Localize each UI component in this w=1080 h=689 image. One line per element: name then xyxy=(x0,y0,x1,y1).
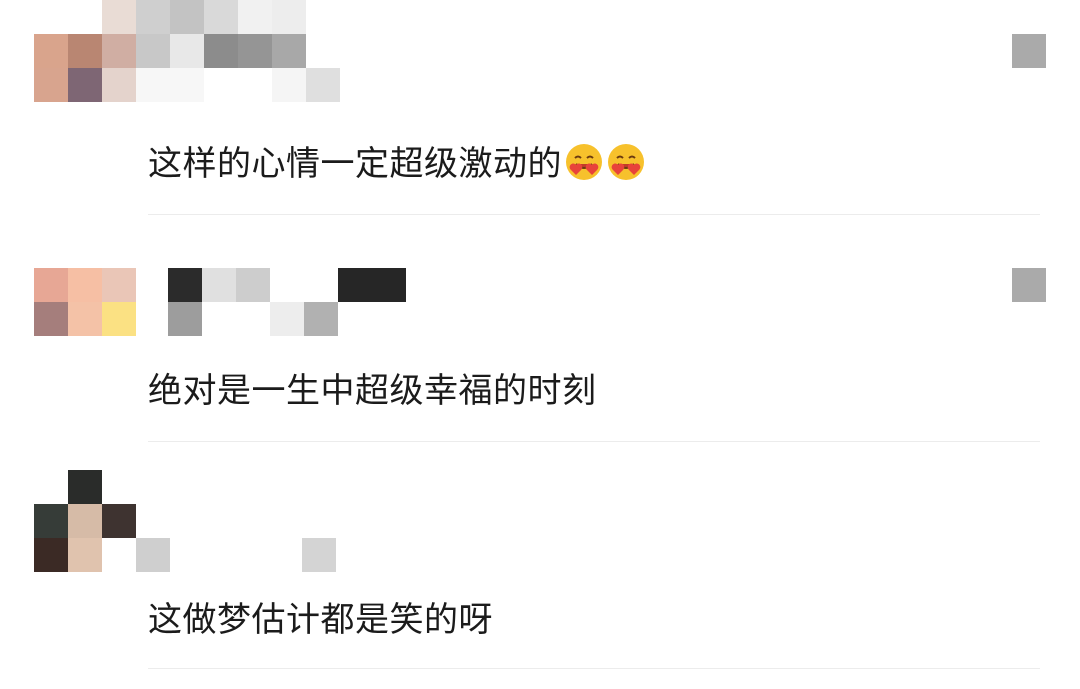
avatar[interactable] xyxy=(34,470,170,574)
avatar[interactable] xyxy=(34,268,136,336)
more-options-button[interactable] xyxy=(1012,268,1046,302)
username[interactable] xyxy=(168,268,408,336)
username[interactable] xyxy=(136,0,340,102)
more-options-button[interactable] xyxy=(1012,34,1046,68)
smiling-face-with-hearts-icon xyxy=(566,144,602,180)
avatar-tile xyxy=(34,34,68,68)
comment-text-content: 这样的心情一定超级激动的 xyxy=(148,144,562,184)
comment-text: 这样的心情一定超级激动的 xyxy=(148,142,646,184)
comment-text: 绝对是一生中超级幸福的时刻 xyxy=(148,371,597,411)
divider xyxy=(148,214,1040,215)
comment-text: 这做梦估计都是笑的呀 xyxy=(148,600,493,640)
username[interactable] xyxy=(302,538,336,572)
comment-text-content: 这做梦估计都是笑的呀 xyxy=(148,600,493,640)
smiling-face-with-hearts-icon xyxy=(608,144,644,180)
divider xyxy=(148,441,1040,442)
divider xyxy=(148,668,1040,669)
avatar[interactable] xyxy=(34,0,136,102)
comment-text-content: 绝对是一生中超级幸福的时刻 xyxy=(148,371,597,411)
